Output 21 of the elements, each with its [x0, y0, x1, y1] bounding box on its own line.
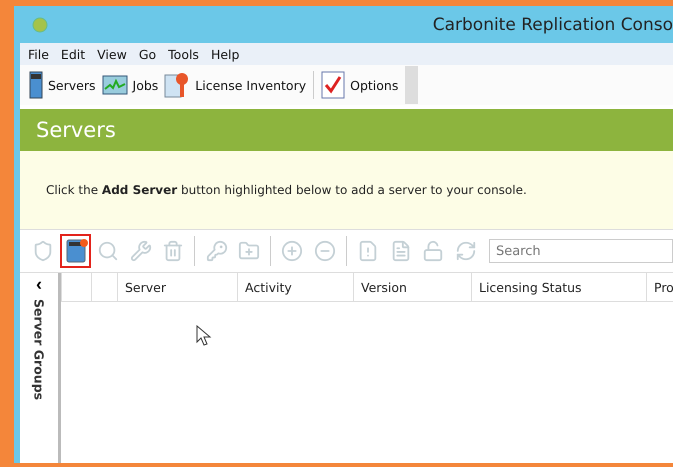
column-header[interactable]: Version — [353, 273, 471, 301]
column-header[interactable]: Activity — [237, 273, 353, 301]
nav-button[interactable]: Servers — [26, 71, 99, 99]
nav-button[interactable]: Jobs — [98, 75, 162, 95]
menu-item[interactable]: View — [93, 46, 131, 62]
window-title: Carbonite Replication Conso — [432, 14, 673, 34]
panel-label: Server Groups — [32, 299, 46, 400]
page-title: Servers — [36, 118, 116, 142]
search-field[interactable]: Search — [488, 239, 673, 263]
menu-item[interactable]: Go — [134, 46, 160, 62]
notice-text: Click the Add Server button highlighted below to add a server to your console. — [46, 183, 527, 197]
column-header[interactable]: Licensing Status — [471, 273, 646, 301]
menu-item[interactable]: Tools — [164, 46, 203, 62]
menu-item[interactable]: File — [24, 46, 53, 62]
column-header[interactable]: Pro — [646, 273, 673, 301]
menu-item[interactable]: Edit — [56, 46, 90, 62]
nav-button[interactable]: Options — [318, 71, 402, 99]
column-header[interactable]: Server — [117, 273, 237, 301]
nav-button[interactable]: License Inventory — [161, 71, 310, 99]
menu-item[interactable]: Help — [206, 46, 244, 62]
collapse-button[interactable]: ‹ — [36, 277, 42, 291]
